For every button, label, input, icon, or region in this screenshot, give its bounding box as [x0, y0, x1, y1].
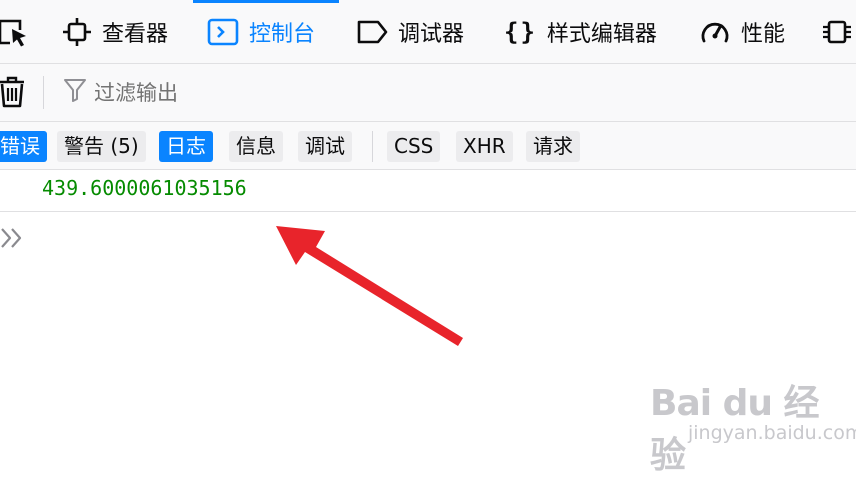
console-log-value: 439.6000061035156: [42, 176, 247, 200]
filter-chip-xhr[interactable]: XHR: [456, 131, 513, 162]
filter-placeholder: 过滤输出: [94, 81, 178, 105]
filter-chip-debug[interactable]: 调试: [298, 131, 352, 162]
baidu-jingyan-watermark: Bai du 经验 jingyan.baidu.com: [650, 374, 856, 476]
tab-console[interactable]: 控制台: [193, 0, 339, 63]
funnel-icon: [64, 78, 86, 107]
tab-style-editor-label: 样式编辑器: [546, 21, 657, 47]
style-editor-icon: {}: [504, 17, 537, 46]
console-message-row: 439.6000061035156: [0, 170, 856, 212]
trash-icon[interactable]: [0, 76, 26, 112]
tab-performance-label: 性能: [741, 21, 786, 47]
filter-chip-css[interactable]: CSS: [387, 131, 441, 162]
filter-output-input[interactable]: 过滤输出: [64, 64, 178, 120]
memory-icon: [822, 17, 852, 47]
tab-inspector-label: 查看器: [102, 21, 169, 47]
console-icon: [207, 17, 239, 47]
performance-icon: [699, 17, 731, 47]
filter-chip-errors[interactable]: 错误: [0, 131, 47, 162]
filter-chip-info[interactable]: 信息: [229, 131, 283, 162]
toolbar-divider: [43, 76, 44, 109]
filter-divider: [372, 131, 373, 162]
tab-performance[interactable]: 性能: [699, 0, 785, 63]
tab-style-editor[interactable]: {} 样式编辑器: [504, 0, 657, 63]
devtools-toolbox-tabs: 查看器 控制台 调试器 {} 样式编辑器 性能: [0, 0, 856, 64]
filter-chip-logs[interactable]: 日志: [159, 131, 213, 162]
console-toolbar: 过滤输出: [0, 64, 856, 122]
inspector-icon: [62, 17, 92, 47]
tab-debugger[interactable]: 调试器: [356, 0, 464, 63]
double-chevron-right-icon[interactable]: [0, 226, 26, 254]
tab-console-label: 控制台: [249, 21, 316, 47]
watermark-url: jingyan.baidu.com: [688, 422, 856, 444]
filter-chip-warnings[interactable]: 警告 (5): [57, 131, 146, 162]
tab-element-picker[interactable]: [0, 0, 28, 63]
tab-debugger-label: 调试器: [398, 21, 465, 47]
tab-memory[interactable]: [822, 0, 852, 63]
element-picker-icon: [0, 17, 28, 47]
console-filter-bar: 错误 警告 (5) 日志 信息 调试 CSS XHR 请求: [0, 122, 856, 170]
filter-chip-requests[interactable]: 请求: [526, 131, 580, 162]
watermark-brand: Bai du 经验: [650, 383, 820, 476]
tab-inspector[interactable]: 查看器: [62, 0, 168, 63]
debugger-icon: [356, 17, 388, 47]
